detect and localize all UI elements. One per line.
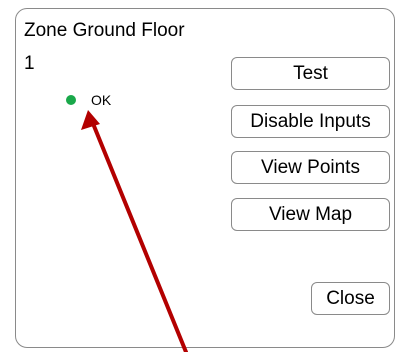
view-points-button[interactable]: View Points: [231, 151, 390, 184]
test-button[interactable]: Test: [231, 57, 390, 90]
status-dot-icon: [66, 95, 76, 105]
status-label: OK: [91, 92, 112, 108]
close-button[interactable]: Close: [311, 282, 390, 315]
view-map-button[interactable]: View Map: [231, 198, 390, 231]
zone-title: Zone Ground Floor: [24, 20, 185, 41]
status-indicator: OK: [66, 92, 111, 108]
disable-inputs-button[interactable]: Disable Inputs: [231, 105, 390, 138]
zone-number: 1: [24, 53, 35, 74]
